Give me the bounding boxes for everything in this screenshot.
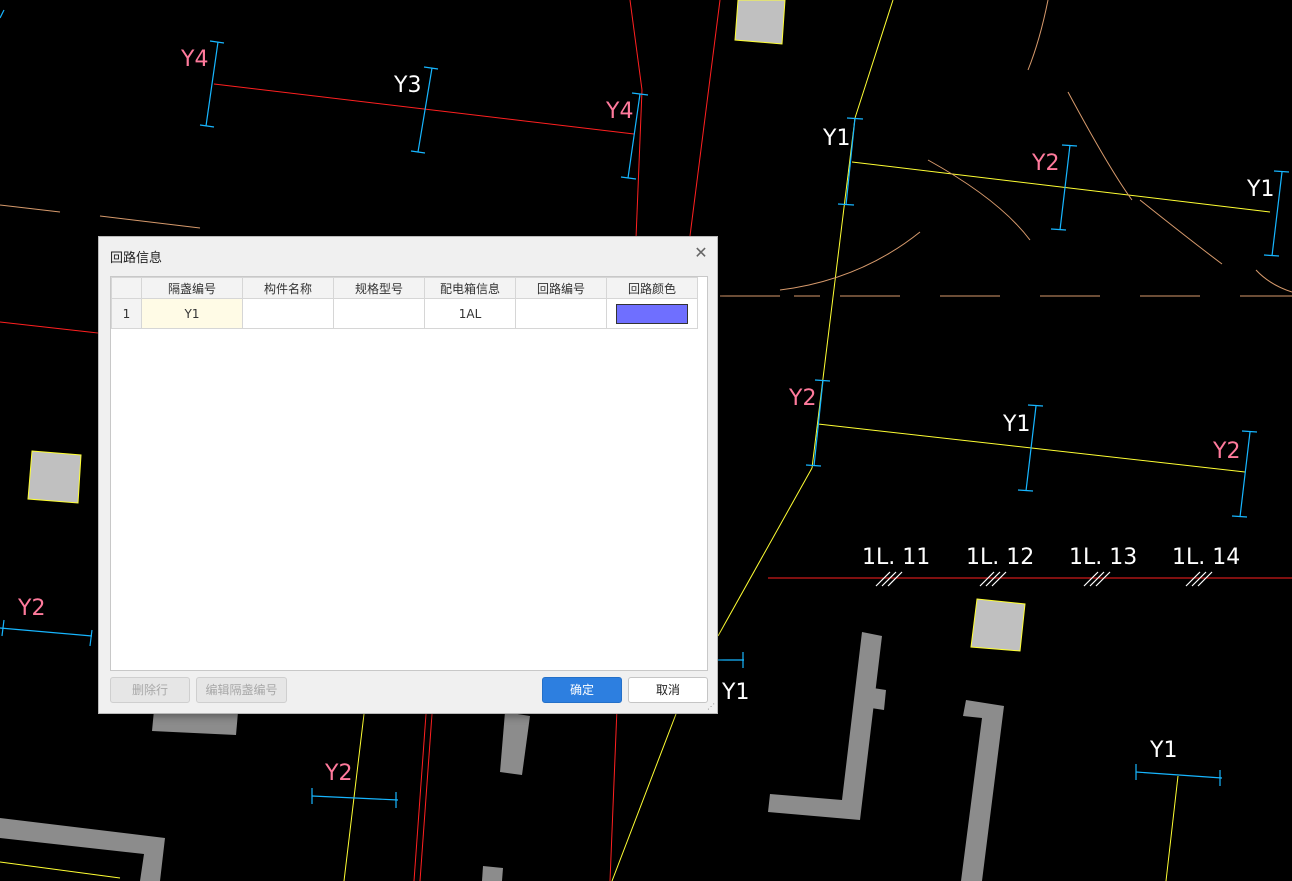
cell-component-name[interactable]: [242, 298, 334, 329]
edit-fixture-id-button[interactable]: 编辑隔盏编号: [196, 677, 287, 703]
ok-button[interactable]: 确定: [542, 677, 622, 703]
label-y2-d: Y2: [17, 596, 45, 621]
label-1l-14: 1L. 14: [1172, 545, 1240, 570]
label-y1-b: Y1: [1246, 177, 1274, 202]
header-fixture-id[interactable]: 隔盏编号: [141, 277, 243, 299]
label-y1-a: Y1: [822, 126, 850, 151]
label-y1-e: Y1: [1149, 738, 1177, 763]
label-1l-13: 1L. 13: [1069, 545, 1137, 570]
label-y2-b: Y2: [788, 386, 816, 411]
header-distribution-box[interactable]: 配电箱信息: [424, 277, 516, 299]
table-header-row: 隔盏编号 构件名称 规格型号 配电箱信息 回路编号 回路颜色: [111, 277, 698, 299]
circuit-info-dialog: 回路信息 ✕ 隔盏编号 构件名称 规格型号 配电箱信息 回路编号 回路颜色 1 …: [98, 236, 718, 714]
label-y1-d: Y1: [721, 680, 749, 705]
cell-distribution-box[interactable]: 1AL: [424, 298, 516, 329]
row-index[interactable]: 1: [111, 298, 142, 329]
label-y2-e: Y2: [324, 761, 352, 786]
table-row[interactable]: 1 Y1 1AL: [111, 298, 698, 329]
header-circuit-color[interactable]: 回路颜色: [606, 277, 698, 299]
label-y4-b: Y4: [605, 99, 633, 124]
cell-spec-model[interactable]: [333, 298, 425, 329]
cell-circuit-number[interactable]: [515, 298, 607, 329]
header-component-name[interactable]: 构件名称: [242, 277, 334, 299]
circuit-table: 隔盏编号 构件名称 规格型号 配电箱信息 回路编号 回路颜色 1 Y1 1AL: [111, 277, 698, 329]
label-1l-11: 1L. 11: [862, 545, 930, 570]
resize-grip-icon[interactable]: ⋰: [707, 703, 715, 711]
label-y4-a: Y4: [180, 47, 208, 72]
dialog-title: 回路信息: [110, 251, 163, 266]
cell-circuit-color[interactable]: [606, 298, 698, 329]
label-y3: Y3: [393, 73, 421, 98]
cell-fixture-id[interactable]: Y1: [141, 298, 243, 329]
header-spec-model[interactable]: 规格型号: [333, 277, 425, 299]
label-y1-c: Y1: [1002, 412, 1030, 437]
circuit-color-swatch[interactable]: [616, 303, 688, 324]
delete-row-button[interactable]: 删除行: [110, 677, 190, 703]
label-1l-12: 1L. 12: [966, 545, 1034, 570]
label-y2-a: Y2: [1031, 151, 1059, 176]
cancel-button[interactable]: 取消: [628, 677, 708, 703]
cad-hatch-marks: [875, 571, 1213, 587]
header-circuit-number[interactable]: 回路编号: [515, 277, 607, 299]
header-corner: [111, 277, 142, 299]
label-y2-c: Y2: [1212, 439, 1240, 464]
circuit-grid-panel: 隔盏编号 构件名称 规格型号 配电箱信息 回路编号 回路颜色 1 Y1 1AL: [110, 276, 708, 671]
close-icon[interactable]: ✕: [693, 245, 709, 261]
